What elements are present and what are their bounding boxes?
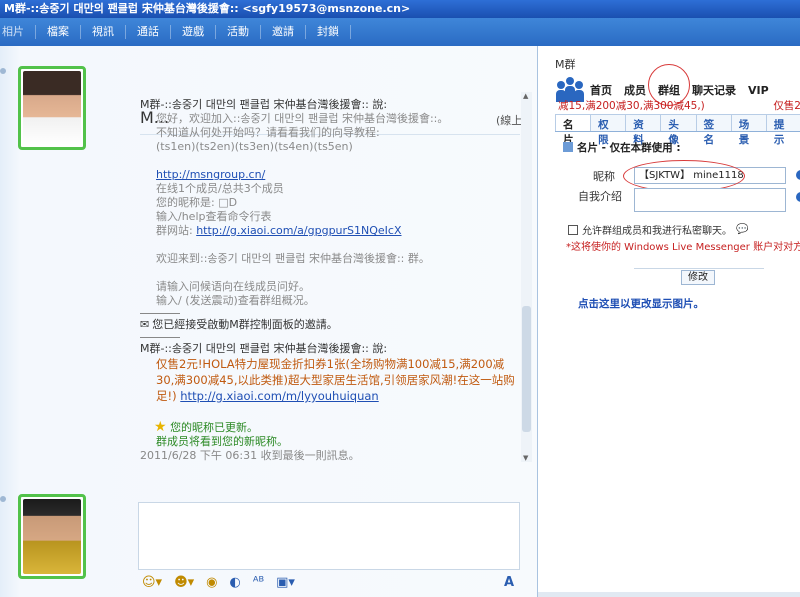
menu-block[interactable]: 封鎖 <box>306 25 351 39</box>
envelope-icon: ✉ <box>140 318 150 331</box>
tab-avatar[interactable]: 头像 <box>660 114 697 146</box>
allow-private-chat[interactable]: 允许群组成员和我进行私密聊天。 💬 <box>568 222 748 237</box>
panel-tabs: 名片 权限 资料 头像 签名 场景 提示 <box>555 114 800 146</box>
window-title-bar: M群-::송중기 대만의 팬클럽 宋仲基台灣後援會:: <sgfy19573@m… <box>0 0 800 18</box>
nav-home[interactable]: 首页 <box>584 82 618 98</box>
last-message-timestamp: 2011/6/28 下午 06:31 收到最後一則訊息。 <box>140 449 360 462</box>
allow-private-checkbox[interactable] <box>568 224 578 235</box>
message-line: 输入/ (发送震动)查看群组概况。 <box>156 294 315 307</box>
compose-toolbar: ☺▾ ☻▾ ◉ ◐ ᴬᴮ ▣▾ A <box>138 570 520 594</box>
message-line: 在线1个成员/总共3个成员 <box>156 182 284 195</box>
menu-photos[interactable]: 相片 <box>0 25 36 39</box>
menu-invite[interactable]: 邀請 <box>261 25 306 39</box>
tab-profile[interactable]: 资料 <box>625 114 662 146</box>
window-title: M群-::송중기 대만의 팬클럽 宋仲基台灣後援會:: <sgfy19573@m… <box>4 2 411 15</box>
card-icon <box>563 142 573 152</box>
tab-tips[interactable]: 提示 <box>765 114 800 146</box>
emoticon-icon[interactable]: ☺▾ <box>142 575 162 590</box>
nickname-updated: ★ 您的昵称已更新。 <box>140 420 520 435</box>
scroll-thumb[interactable] <box>522 306 531 432</box>
message-line: (ts1en)(ts2en)(ts3en)(ts4en)(ts5en) <box>156 140 353 153</box>
chat-history: M群-::송중기 대만의 팬클럽 宋仲基台灣後援會:: 說: 您好，欢迎加入::… <box>140 98 520 498</box>
wink-icon[interactable]: ☻▾ <box>174 575 194 590</box>
message-sender: M群-::송중기 대만의 팬클럽 宋仲基台灣後援會:: 說: <box>140 342 388 355</box>
members-notice: 群成员将看到您的新昵称。 <box>156 435 288 448</box>
intro-label: 自我介绍 <box>578 190 622 203</box>
my-avatar[interactable] <box>18 494 86 579</box>
nav-chat-history[interactable]: 聊天记录 <box>686 82 742 98</box>
message-line: 群网站: http://g.xiaoi.com/a/gpgpurS1NQeIcX <box>140 224 520 238</box>
divider <box>140 313 180 314</box>
menu-video[interactable]: 視訊 <box>81 25 126 39</box>
message-line: 您好，欢迎加入::송중기 대만의 팬클럽 宋仲基台灣後援會::。 <box>156 112 449 125</box>
group-panel: M群 首页 成员 群组 聊天记录 VIP 减15,满200减30,满300减45… <box>537 46 800 597</box>
system-message: ✉ 您已經接受啟動M群控制面板的邀請。 <box>140 318 520 332</box>
voice-clip-icon[interactable]: ◐ <box>230 575 241 590</box>
message-sender: M群-::송중기 대만의 팬클럽 宋仲基台灣後援會:: 說: <box>140 98 388 111</box>
text-format-icon[interactable]: A <box>504 575 520 590</box>
background-icon[interactable]: ▣▾ <box>276 575 295 590</box>
divider <box>634 268 764 269</box>
side-expand-dot[interactable] <box>0 68 6 74</box>
nickname-updated-text: 您的昵称已更新。 <box>170 421 259 434</box>
allow-private-label: 允许群组成员和我进行私密聊天。 <box>582 226 732 237</box>
tab-signature[interactable]: 签名 <box>695 114 732 146</box>
section-title-text: 名片 - 仅在本群使用 : <box>577 142 681 154</box>
menu-call[interactable]: 通話 <box>126 25 171 39</box>
ticker-left: 减15,满200减30,满300减45,) <box>558 100 705 112</box>
tab-permissions[interactable]: 权限 <box>590 114 627 146</box>
nav-members[interactable]: 成员 <box>618 82 652 98</box>
modify-button[interactable]: 修改 <box>681 270 715 285</box>
tab-scene[interactable]: 场景 <box>730 114 767 146</box>
menu-bar: 相片 檔案 視訊 通話 遊戲 活動 邀請 封鎖 <box>0 18 800 46</box>
contact-avatar[interactable] <box>18 66 86 150</box>
promo-link[interactable]: http://g.xiaoi.com/m/lyyouhuiquan <box>180 389 378 403</box>
message-line: 您的昵称是: □D <box>156 196 238 209</box>
nickname-help-icon[interactable] <box>796 170 800 180</box>
site-link[interactable]: http://g.xiaoi.com/a/gpgpurS1NQeIcX <box>196 224 401 237</box>
message-input[interactable] <box>138 502 520 570</box>
promo-ticker[interactable]: 减15,满200减30,满300减45,) 仅售2 <box>558 98 800 112</box>
menu-file[interactable]: 檔案 <box>36 25 81 39</box>
font-icon[interactable]: ᴬᴮ <box>253 575 264 590</box>
menu-activities[interactable]: 活動 <box>216 25 261 39</box>
promo-message: 仅售2元!HOLA特力屋现金折扣券1张(全场购物满100减15,满200减30,… <box>140 356 520 404</box>
message-line: 输入/help查看命令行表 <box>156 210 272 223</box>
intro-help-icon[interactable] <box>796 192 800 202</box>
intro-field[interactable] <box>634 188 786 212</box>
scroll-down-arrow-icon[interactable]: ▼ <box>523 454 528 462</box>
ticker-right: 仅售2 <box>773 100 800 112</box>
change-image-link[interactable]: 点击这里以更改显示图片。 <box>578 296 704 311</box>
site-label: 群网站: <box>156 224 197 237</box>
message-line: 不知道从何处开始吗？请看看我们的向导教程: <box>156 126 380 139</box>
panel-scrollbar[interactable] <box>538 592 800 597</box>
group-link[interactable]: http://msngroup.cn/ <box>140 168 520 182</box>
chat-bubble-icon: 💬 <box>736 224 749 235</box>
section-title: 名片 - 仅在本群使用 : <box>563 140 681 155</box>
system-message-text: 您已經接受啟動M群控制面板的邀請。 <box>152 318 338 331</box>
privacy-warning: *这将使你的 Windows Live Messenger 账户对对方可 <box>566 242 800 253</box>
nav-vip[interactable]: VIP <box>742 84 775 97</box>
nudge-icon[interactable]: ◉ <box>206 575 217 590</box>
nickname-label: 昵称 <box>593 170 615 183</box>
menu-games[interactable]: 遊戲 <box>171 25 216 39</box>
star-icon: ★ <box>154 419 167 435</box>
divider <box>140 337 180 338</box>
message-line: 请输入问候语向在线成员问好。 <box>156 280 310 293</box>
message-line: 欢迎来到::송중기 대만의 팬클럽 宋仲基台灣後援會:: 群。 <box>156 252 430 265</box>
tab-card[interactable]: 名片 <box>555 114 592 146</box>
side-expand-dot[interactable] <box>0 496 6 502</box>
scroll-up-arrow-icon[interactable]: ▲ <box>523 92 528 100</box>
chat-scrollbar[interactable]: ▲ ▼ <box>521 92 532 462</box>
conversation-pane: M... (線上) M群-::송중기 대만의 팬클럽 宋仲基台灣後援會:: 說:… <box>0 46 550 597</box>
